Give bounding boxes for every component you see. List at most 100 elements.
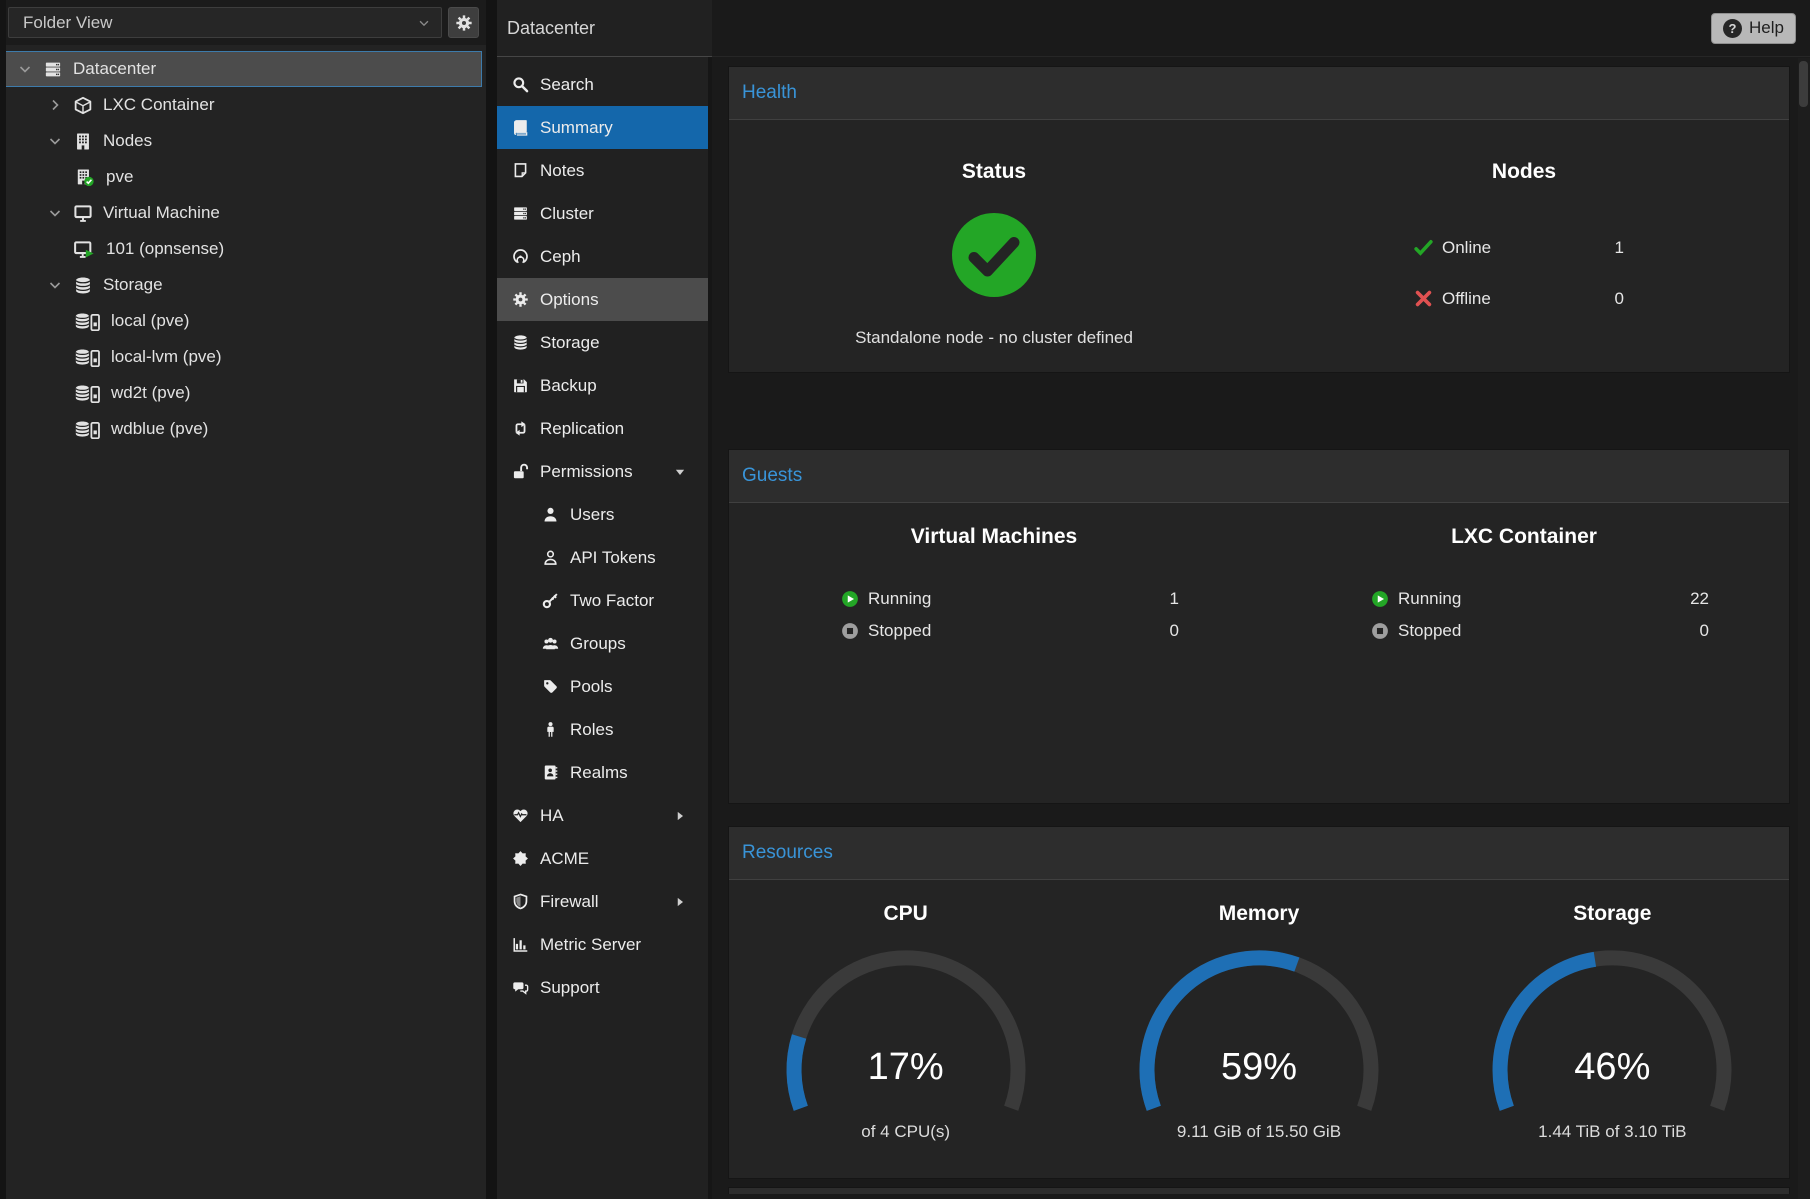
tree-item-datacenter[interactable]: Datacenter — [4, 51, 482, 87]
vm-running-icon — [72, 240, 97, 259]
ceph-icon — [512, 248, 529, 265]
check-icon — [1414, 238, 1433, 257]
tree-item-storage-local[interactable]: local (pve) — [4, 303, 482, 339]
resources-panel-title: Resources — [742, 842, 833, 864]
storage-sublabel: 1.44 TiB of 3.10 TiB — [1538, 1122, 1686, 1142]
lxc-running-row: Running 22 — [1371, 583, 1709, 615]
tree-item-storage-local-lvm[interactable]: local-lvm (pve) — [4, 339, 482, 375]
row-label: Stopped — [868, 621, 931, 641]
storage-drive-icon — [72, 312, 102, 331]
health-panel: Health Status Standalone node - no clust… — [728, 66, 1790, 373]
storage-icon — [72, 276, 94, 295]
tree-item-pve[interactable]: pve — [4, 159, 482, 195]
nav-item-label: Notes — [540, 161, 584, 181]
nodes-offline-row: Offline 0 — [1414, 273, 1624, 324]
nav-item-support[interactable]: Support — [497, 966, 708, 1009]
tree-item-nodes[interactable]: Nodes — [4, 123, 482, 159]
next-panel-header-sliver — [728, 1187, 1790, 1194]
cpu-percent: 17% — [746, 1046, 1066, 1089]
tree-indent — [47, 421, 63, 437]
lxc-container-column: LXC Container Running 22 Stopped — [1259, 503, 1789, 803]
nav-item-label: Roles — [570, 720, 613, 740]
nav-item-label: Options — [540, 290, 599, 310]
chevron-right-icon — [674, 896, 686, 908]
tree-item-label: local (pve) — [111, 311, 189, 331]
user-icon — [542, 506, 559, 523]
memory-heading: Memory — [1219, 902, 1300, 926]
chart-bar-icon — [512, 936, 529, 953]
tree-item-lxc-container[interactable]: LXC Container — [4, 87, 482, 123]
chevron-down-icon[interactable] — [47, 133, 63, 149]
floppy-icon — [512, 377, 529, 394]
tree-item-storage-wd2t[interactable]: wd2t (pve) — [4, 375, 482, 411]
datacenter-icon — [42, 60, 64, 79]
gear-icon — [455, 14, 473, 32]
chevron-down-icon[interactable] — [47, 205, 63, 221]
nav-item-users[interactable]: Users — [497, 493, 708, 536]
stopped-icon — [841, 622, 859, 640]
nav-item-permissions[interactable]: Permissions — [497, 450, 708, 493]
page-header: Datacenter ? Help — [497, 0, 1810, 57]
main-body: Search Summary Notes Cluster Ceph — [497, 57, 1810, 1199]
chevron-down-icon — [674, 466, 686, 478]
status-message: Standalone node - no cluster defined — [855, 328, 1133, 348]
row-label: Online — [1442, 238, 1491, 258]
tree-item-storage[interactable]: Storage — [4, 267, 482, 303]
tree-settings-button[interactable] — [448, 7, 479, 38]
nav-item-groups[interactable]: Groups — [497, 622, 708, 665]
panel-splitter[interactable] — [486, 0, 497, 1199]
memory-percent: 59% — [1099, 1046, 1419, 1089]
nodes-online-row: Online 1 — [1414, 222, 1624, 273]
nav-item-cluster[interactable]: Cluster — [497, 192, 708, 235]
nav-item-pools[interactable]: Pools — [497, 665, 708, 708]
nav-item-realms[interactable]: Realms — [497, 751, 708, 794]
running-icon — [841, 590, 859, 608]
tree-item-vm-101[interactable]: 101 (opnsense) — [4, 231, 482, 267]
search-icon — [512, 76, 529, 93]
tree-item-virtual-machine[interactable]: Virtual Machine — [4, 195, 482, 231]
nav-item-label: Firewall — [540, 892, 599, 912]
tree-item-label: Storage — [103, 275, 163, 295]
scrollbar[interactable] — [1798, 58, 1810, 1199]
storage-drive-icon — [72, 384, 102, 403]
nav-item-options[interactable]: Options — [497, 278, 708, 321]
nav-menu: Search Summary Notes Cluster Ceph — [497, 57, 712, 1199]
nav-item-summary[interactable]: Summary — [497, 106, 708, 149]
nav-item-roles[interactable]: Roles — [497, 708, 708, 751]
nav-item-backup[interactable]: Backup — [497, 364, 708, 407]
row-label: Running — [1398, 589, 1461, 609]
nav-item-label: Storage — [540, 333, 600, 353]
tree-item-storage-wdblue[interactable]: wdblue (pve) — [4, 411, 482, 447]
cluster-status-column: Status Standalone node - no cluster defi… — [729, 120, 1259, 372]
help-button[interactable]: ? Help — [1711, 13, 1796, 44]
header-toolbar: ? Help — [712, 0, 1810, 57]
nav-item-notes[interactable]: Notes — [497, 149, 708, 192]
tree-indent — [47, 313, 63, 329]
nav-item-label: Backup — [540, 376, 597, 396]
nav-item-firewall[interactable]: Firewall — [497, 880, 708, 923]
scrollbar-thumb[interactable] — [1799, 61, 1808, 107]
lxc-rows: Running 22 Stopped 0 — [1259, 549, 1789, 647]
monitor-icon — [72, 204, 94, 223]
cluster-icon — [512, 205, 529, 222]
vm-rows: Running 1 Stopped 0 — [729, 549, 1259, 647]
nav-item-metric-server[interactable]: Metric Server — [497, 923, 708, 966]
nav-item-search[interactable]: Search — [497, 63, 708, 106]
vm-running-row: Running 1 — [841, 583, 1179, 615]
nav-item-label: Ceph — [540, 247, 581, 267]
chevron-down-icon[interactable] — [47, 277, 63, 293]
nav-item-replication[interactable]: Replication — [497, 407, 708, 450]
view-mode-select[interactable]: Folder View — [8, 7, 442, 38]
lxc-heading: LXC Container — [1451, 525, 1597, 549]
nav-item-label: Support — [540, 978, 600, 998]
memory-sublabel: 9.11 GiB of 15.50 GiB — [1177, 1122, 1341, 1142]
nav-item-two-factor[interactable]: Two Factor — [497, 579, 708, 622]
nav-item-api-tokens[interactable]: API Tokens — [497, 536, 708, 579]
chevron-right-icon[interactable] — [47, 97, 63, 113]
nav-item-acme[interactable]: ACME — [497, 837, 708, 880]
nav-item-storage[interactable]: Storage — [497, 321, 708, 364]
chevron-down-icon[interactable] — [17, 61, 33, 77]
tree-item-label: Virtual Machine — [103, 203, 220, 223]
nav-item-ha[interactable]: HA — [497, 794, 708, 837]
nav-item-ceph[interactable]: Ceph — [497, 235, 708, 278]
